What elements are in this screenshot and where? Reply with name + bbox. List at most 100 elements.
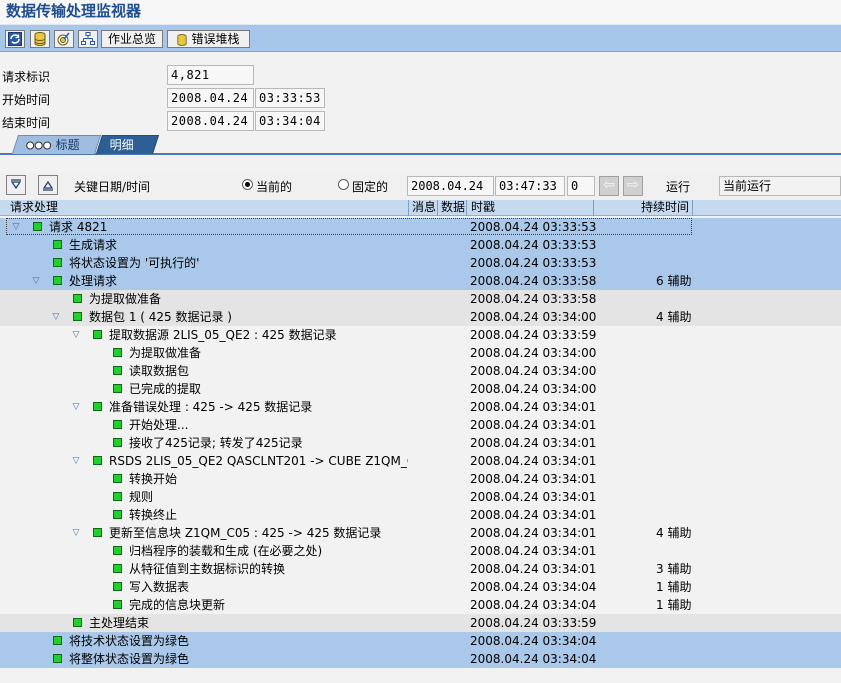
tree-row[interactable]: ▽ 处理请求 2008.04.24 03:33:58 6 辅助 <box>0 272 841 290</box>
expand-all-icon <box>10 179 22 190</box>
radio-fixed[interactable] <box>338 179 349 190</box>
date-field[interactable]: 2008.04.24 <box>407 176 494 196</box>
time-field[interactable]: 03:47:33 <box>495 176 565 196</box>
tree-row[interactable]: 读取数据包 2008.04.24 03:34:00 <box>0 362 841 380</box>
green-status-icon <box>53 654 62 663</box>
tree-row[interactable]: 写入数据表 2008.04.24 03:34:04 1 辅助 <box>0 578 841 596</box>
col-timestamp[interactable]: 时戳 <box>471 200 495 215</box>
tree-row-timestamp: 2008.04.24 03:34:01 <box>470 526 597 540</box>
tree-row-timestamp: 2008.04.24 03:34:01 <box>470 562 597 576</box>
run-select[interactable]: 当前运行 <box>719 176 841 196</box>
tree-row[interactable]: 将整体状态设置为绿色 2008.04.24 03:34:04 <box>0 650 841 668</box>
next-button[interactable]: ⇨ <box>623 176 643 196</box>
collapse-all-icon <box>42 180 54 191</box>
error-stack-button[interactable]: 错误堆栈 <box>167 30 250 48</box>
counter-field[interactable]: 0 <box>567 176 595 196</box>
green-status-icon <box>93 528 102 537</box>
tree-row[interactable]: 为提取做准备 2008.04.24 03:33:58 <box>0 290 841 308</box>
tree-row-timestamp: 2008.04.24 03:34:00 <box>470 382 597 396</box>
tree-row-label: 接收了425记录; 转发了425记录 <box>129 436 303 450</box>
tree-row-label: 更新至信息块 Z1QM_C05 : 425 -> 425 数据记录 <box>109 526 382 540</box>
previous-button[interactable]: ⇦ <box>599 176 619 196</box>
hierarchy-button[interactable] <box>78 30 98 48</box>
refresh-button[interactable] <box>5 30 25 48</box>
tree-row[interactable]: 转换终止 2008.04.24 03:34:01 <box>0 506 841 524</box>
tree-row[interactable]: 生成请求 2008.04.24 03:33:53 <box>0 236 841 254</box>
tree-row[interactable]: 开始处理... 2008.04.24 03:34:01 <box>0 416 841 434</box>
tree-row-timestamp: 2008.04.24 03:34:01 <box>470 436 597 450</box>
tree-row-label: 提取数据源 2LIS_05_QE2 : 425 数据记录 <box>109 328 337 342</box>
end-time-value: 03:34:04 <box>255 111 325 131</box>
tree-row[interactable]: ▽ 请求 4821 2008.04.24 03:33:53 <box>0 218 841 236</box>
expand-all-button[interactable] <box>6 175 26 195</box>
radio-current[interactable] <box>242 179 253 190</box>
job-overview-button[interactable]: 作业总览 <box>101 30 163 48</box>
tree-row-label: 将整体状态设置为绿色 <box>69 652 190 666</box>
collapse-toggle-icon[interactable]: ▽ <box>30 272 42 290</box>
tree-row[interactable]: ▽ RSDS 2LIS_05_QE2 QASCLNT201 -> CUBE Z1Q… <box>0 452 841 470</box>
check-button[interactable] <box>54 30 74 48</box>
collapse-toggle-icon[interactable]: ▽ <box>10 218 22 236</box>
green-status-icon <box>73 312 82 321</box>
tree-row-timestamp: 2008.04.24 03:34:01 <box>470 544 597 558</box>
column-separator <box>692 200 693 216</box>
tree-row[interactable]: ▽ 数据包 1 ( 425 数据记录 ) 2008.04.24 03:34:00 4 … <box>0 308 841 326</box>
green-status-icon <box>33 222 42 231</box>
col-duration[interactable]: 持续时间 <box>641 200 689 215</box>
tree-row[interactable]: 规则 2008.04.24 03:34:01 <box>0 488 841 506</box>
tree-row-timestamp: 2008.04.24 03:33:53 <box>470 220 597 234</box>
collapse-toggle-icon[interactable]: ▽ <box>70 452 82 470</box>
col-messages[interactable]: 消息 <box>412 200 436 215</box>
tree-row-timestamp: 2008.04.24 03:34:01 <box>470 418 597 432</box>
tree-row[interactable]: 转换开始 2008.04.24 03:34:01 <box>0 470 841 488</box>
tree-row-label: 生成请求 <box>69 238 118 252</box>
green-status-icon <box>113 366 122 375</box>
green-status-icon <box>113 348 122 357</box>
collapse-toggle-icon[interactable]: ▽ <box>70 398 82 416</box>
green-status-icon <box>113 546 122 555</box>
tree-row[interactable]: 为提取做准备 2008.04.24 03:34:00 <box>0 344 841 362</box>
tree-row[interactable]: 将技术状态设置为绿色 2008.04.24 03:34:04 <box>0 632 841 650</box>
tree-row-duration: 1 辅助 <box>656 580 692 594</box>
tree-row-label: 已完成的提取 <box>129 382 202 396</box>
tree-row-duration: 4 辅助 <box>656 526 692 540</box>
tree-row-label: 开始处理... <box>129 418 189 432</box>
tree-row-label: 转换终止 <box>129 508 178 522</box>
tree-row[interactable]: 已完成的提取 2008.04.24 03:34:00 <box>0 380 841 398</box>
tree-row-label: 将技术状态设置为绿色 <box>69 634 190 648</box>
request-tree: 请求处理 消息 数据 时戳 持续时间 ▽ 请求 4821 2008.04.24 03… <box>0 200 841 683</box>
database-button[interactable] <box>30 30 50 48</box>
end-date-value: 2008.04.24 <box>167 111 254 131</box>
hierarchy-icon <box>81 32 95 45</box>
tree-row[interactable]: 从特征值到主数据标识的转换 2008.04.24 03:34:01 3 辅助 <box>0 560 841 578</box>
green-status-icon <box>73 294 82 303</box>
tree-row[interactable]: ▽ 准备错误处理 : 425 -> 425 数据记录 2008.04.24 03:3… <box>0 398 841 416</box>
tab-detail[interactable]: 明细 <box>95 135 160 154</box>
tree-row-label: 归档程序的装载和生成 (在必要之处) <box>129 544 323 558</box>
tree-row-label: 完成的信息块更新 <box>129 598 226 612</box>
tree-row-label: 主处理结束 <box>89 616 150 630</box>
tree-row[interactable]: 主处理结束 2008.04.24 03:33:59 <box>0 614 841 632</box>
tree-row[interactable]: ▽ 提取数据源 2LIS_05_QE2 : 425 数据记录 2008.04.24 … <box>0 326 841 344</box>
tree-row-timestamp: 2008.04.24 03:34:00 <box>470 346 597 360</box>
collapse-all-button[interactable] <box>38 175 58 195</box>
tree-row-duration: 3 辅助 <box>656 562 692 576</box>
col-request-processing[interactable]: 请求处理 <box>10 200 58 215</box>
tree-row[interactable]: 完成的信息块更新 2008.04.24 03:34:04 1 辅助 <box>0 596 841 614</box>
column-separator <box>408 200 409 216</box>
tree-row-timestamp: 2008.04.24 03:33:59 <box>470 328 597 342</box>
collapse-toggle-icon[interactable]: ▽ <box>70 524 82 542</box>
collapse-toggle-icon[interactable]: ▽ <box>70 326 82 344</box>
tree-row[interactable]: ▽ 更新至信息块 Z1QM_C05 : 425 -> 425 数据记录 2008.0… <box>0 524 841 542</box>
tab-header[interactable]: 标题 <box>11 135 102 154</box>
tree-row[interactable]: 将状态设置为 '可执行的' 2008.04.24 03:33:53 <box>0 254 841 272</box>
green-status-icon <box>113 582 122 591</box>
tree-row-timestamp: 2008.04.24 03:34:01 <box>470 454 597 468</box>
green-status-icon <box>113 420 122 429</box>
green-status-icon <box>113 510 122 519</box>
col-data[interactable]: 数据 <box>441 200 465 215</box>
collapse-toggle-icon[interactable]: ▽ <box>50 308 62 326</box>
window-title: 数据传输处理监视器 <box>0 0 841 24</box>
tree-row[interactable]: 归档程序的装载和生成 (在必要之处) 2008.04.24 03:34:01 <box>0 542 841 560</box>
tree-row[interactable]: 接收了425记录; 转发了425记录 2008.04.24 03:34:01 <box>0 434 841 452</box>
